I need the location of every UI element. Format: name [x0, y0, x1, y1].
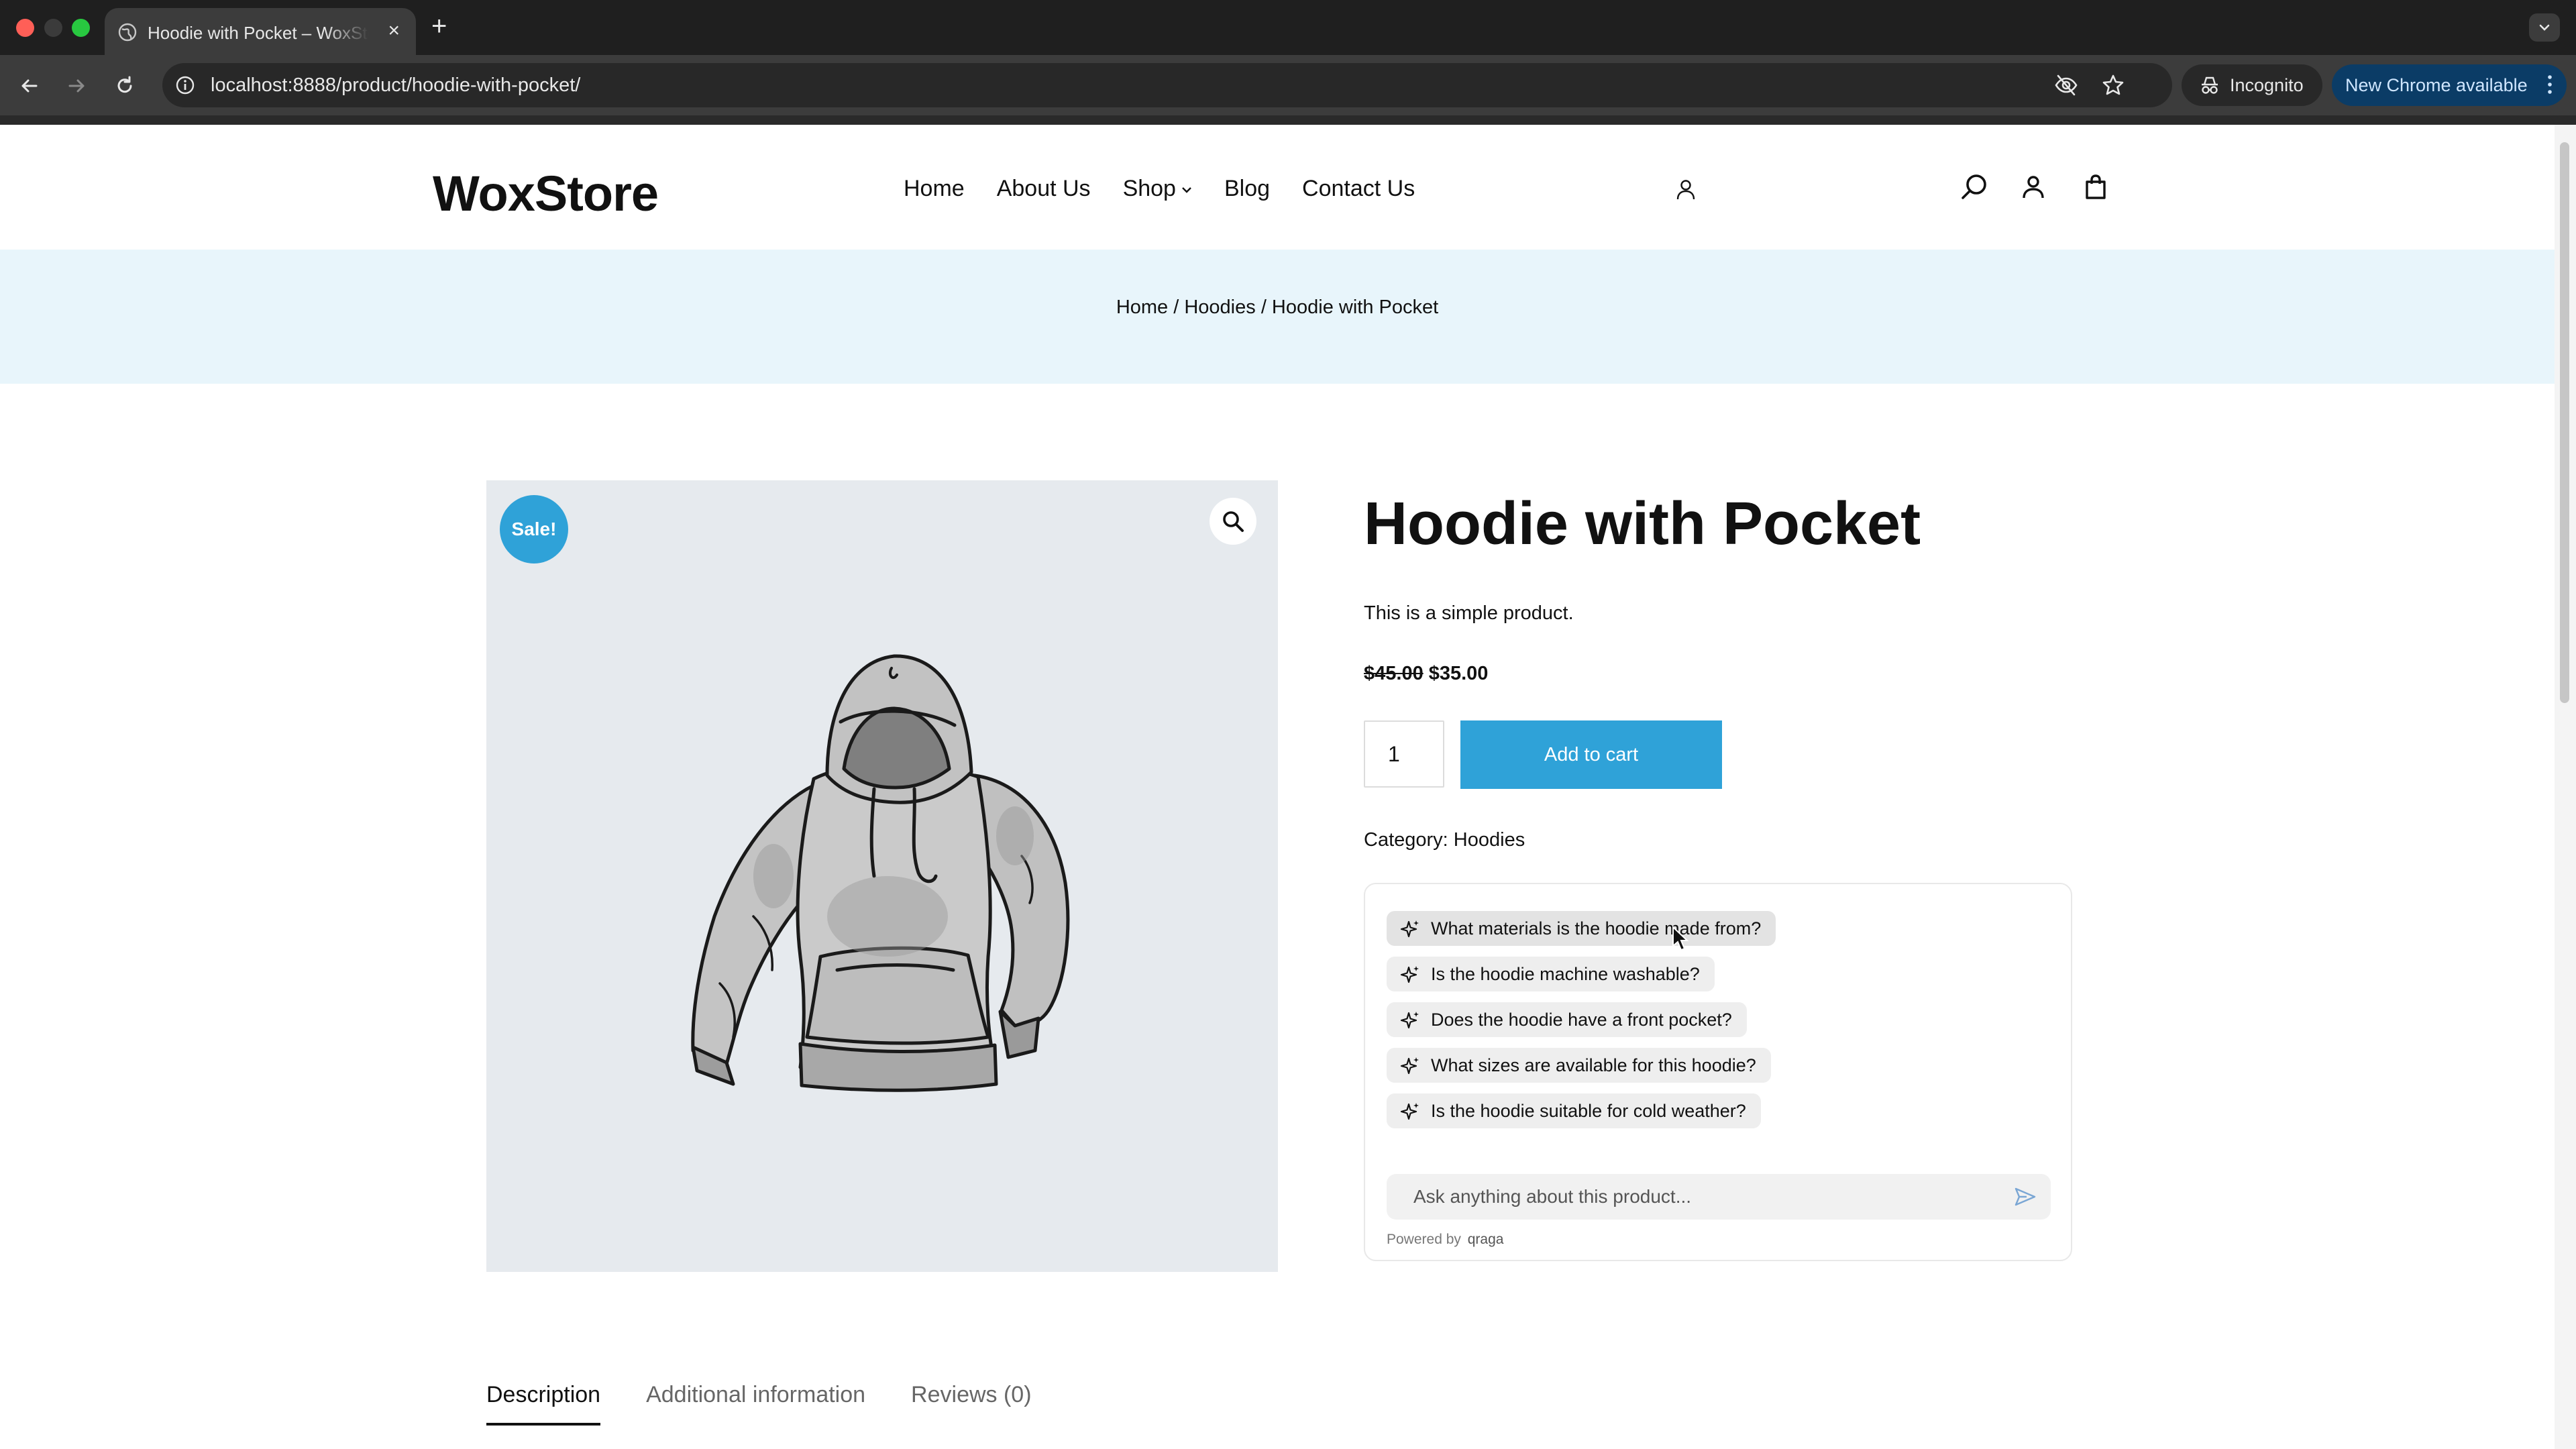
- suggestion-chip[interactable]: Is the hoodie suitable for cold weather?: [1387, 1093, 1761, 1128]
- incognito-label: Incognito: [2230, 75, 2304, 95]
- chrome-update-label: New Chrome available: [2345, 75, 2528, 95]
- gallery-zoom-button[interactable]: [1210, 498, 1256, 545]
- suggestion-text: What sizes are available for this hoodie…: [1431, 1055, 1756, 1075]
- magnifier-icon: [1223, 511, 1244, 532]
- product-tabs: Description Additional information Revie…: [486, 1382, 1077, 1426]
- globe-icon: [118, 23, 137, 42]
- nav-shop[interactable]: Shop: [1123, 176, 1192, 202]
- address-url[interactable]: localhost:8888/product/hoodie-with-pocke…: [211, 74, 580, 97]
- chrome-update-button[interactable]: New Chrome available: [2332, 64, 2567, 106]
- tab-search-button[interactable]: [2529, 13, 2560, 42]
- suggestion-chip[interactable]: Is the hoodie machine washable?: [1387, 957, 1715, 991]
- suggestion-chip[interactable]: What sizes are available for this hoodie…: [1387, 1048, 1771, 1083]
- breadcrumb[interactable]: Home / Hoodies / Hoodie with Pocket: [0, 297, 2555, 319]
- product-price: $45.00 $35.00: [1364, 663, 1488, 685]
- site-info-icon[interactable]: [174, 74, 196, 96]
- category-label: Category:: [1364, 829, 1454, 851]
- nav-shop-label: Shop: [1122, 176, 1176, 201]
- category-link[interactable]: Hoodies: [1454, 829, 1525, 851]
- account-icon[interactable]: [1673, 177, 1699, 203]
- hoodie-product-image: [691, 654, 1070, 1092]
- chevron-down-icon: [1182, 187, 1191, 193]
- nav-blog[interactable]: Blog: [1224, 176, 1270, 202]
- product-assistant-panel: What materials is the hoodie made from? …: [1364, 883, 2072, 1261]
- window-zoom-button[interactable]: [72, 19, 90, 37]
- powered-by: Powered by qraga: [1387, 1232, 1503, 1248]
- shopping-bag-icon[interactable]: [2082, 173, 2109, 201]
- forward-arrow-icon[interactable]: [63, 72, 90, 99]
- sale-price: $35.00: [1428, 663, 1489, 684]
- quantity-input[interactable]: [1364, 720, 1444, 788]
- ask-input[interactable]: [1413, 1186, 1984, 1208]
- sparkle-icon: [1400, 1057, 1419, 1075]
- product-gallery[interactable]: Sale!: [486, 480, 1278, 1272]
- address-bar[interactable]: localhost:8888/product/hoodie-with-pocke…: [162, 63, 2172, 107]
- window-close-button[interactable]: [16, 19, 34, 37]
- mouse-cursor-icon: [1672, 926, 1689, 951]
- send-icon[interactable]: [2013, 1185, 2037, 1209]
- powered-by-label: Powered by: [1387, 1232, 1461, 1247]
- suggestion-text: Is the hoodie suitable for cold weather?: [1431, 1101, 1746, 1121]
- incognito-icon: [2202, 76, 2218, 94]
- search-icon[interactable]: [1959, 172, 1990, 203]
- suggestion-chip[interactable]: Does the hoodie have a front pocket?: [1387, 1002, 1747, 1037]
- toolbar-divider: [0, 115, 2576, 125]
- tab-description[interactable]: Description: [486, 1382, 601, 1426]
- tab-reviews[interactable]: Reviews (0): [911, 1382, 1031, 1426]
- add-to-cart-button[interactable]: Add to cart: [1460, 720, 1722, 789]
- account-icon[interactable]: [2019, 173, 2047, 201]
- product-title: Hoodie with Pocket: [1364, 490, 1921, 557]
- regular-price: $45.00: [1364, 663, 1424, 684]
- reload-icon[interactable]: [111, 72, 138, 99]
- window-minimize-button[interactable]: [44, 19, 62, 37]
- tab-additional-information[interactable]: Additional information: [646, 1382, 865, 1426]
- ask-box: [1387, 1174, 2051, 1220]
- assistant-brand[interactable]: qraga: [1468, 1232, 1504, 1247]
- bookmark-star-icon[interactable]: [2101, 73, 2125, 97]
- chevron-down-icon: [2539, 24, 2550, 31]
- incognito-indicator[interactable]: Incognito: [2182, 64, 2322, 106]
- sparkle-icon: [1400, 920, 1419, 938]
- suggestion-text: Is the hoodie machine washable?: [1431, 964, 1700, 984]
- suggestion-text: Does the hoodie have a front pocket?: [1431, 1010, 1732, 1030]
- browser-tab-title: Hoodie with Pocket – WoxStore: [148, 23, 369, 43]
- browser-toolbar: localhost:8888/product/hoodie-with-pocke…: [0, 55, 2576, 115]
- close-tab-icon[interactable]: ×: [388, 20, 400, 42]
- new-tab-button[interactable]: +: [431, 9, 447, 43]
- product-short-description: This is a simple product.: [1364, 602, 1574, 624]
- sale-badge: Sale!: [500, 495, 568, 564]
- nav-contact[interactable]: Contact Us: [1302, 176, 1415, 202]
- site-header: WoxStore Home About Us Shop Blog Contact…: [0, 125, 2555, 250]
- suggestion-text: What materials is the hoodie made from?: [1431, 918, 1762, 938]
- sparkle-icon: [1400, 966, 1419, 983]
- kebab-menu-icon[interactable]: [2548, 74, 2552, 95]
- sparkle-icon: [1400, 1012, 1419, 1029]
- eye-slash-icon[interactable]: [2054, 73, 2078, 97]
- breadcrumb-band: Home / Hoodies / Hoodie with Pocket: [0, 250, 2555, 384]
- browser-tab-active[interactable]: Hoodie with Pocket – WoxStore ×: [105, 8, 416, 55]
- sparkle-icon: [1400, 1103, 1419, 1120]
- main-navigation: Home About Us Shop Blog Contact Us: [904, 176, 1447, 202]
- back-arrow-icon[interactable]: [16, 72, 43, 99]
- product-category: Category: Hoodies: [1364, 829, 1525, 851]
- browser-tab-bar: Hoodie with Pocket – WoxStore × +: [0, 0, 2576, 55]
- nav-home[interactable]: Home: [904, 176, 965, 202]
- page-scrollbar-thumb[interactable]: [2560, 142, 2569, 703]
- nav-about[interactable]: About Us: [997, 176, 1091, 202]
- suggestion-chip[interactable]: What materials is the hoodie made from?: [1387, 911, 1776, 946]
- site-logo[interactable]: WoxStore: [433, 165, 659, 222]
